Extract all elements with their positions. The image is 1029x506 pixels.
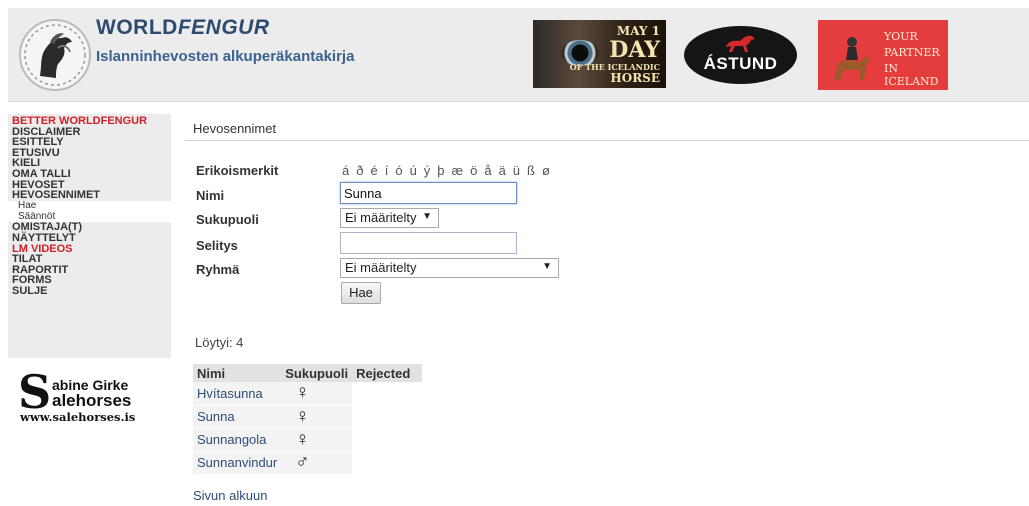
rejected-cell [352,428,423,452]
special-char-button[interactable]: ð [356,163,363,178]
sidebar-nav: BETTER WORLDFENGUR DISCLAIMER ESITTELY E… [8,114,171,358]
salehorses-s-glyph: S [18,365,52,419]
chevron-down-icon: ▼ [422,211,432,222]
description-label: Selitys [196,238,238,253]
description-input[interactable] [340,232,517,254]
ad-partner-line1: YOUR [884,30,918,43]
site-header: WORLDFENGUR Islanninhevosten alkuperäkan… [8,8,1029,102]
special-char-button[interactable]: ö [470,163,477,178]
female-icon: ♀ [281,428,353,452]
search-button[interactable]: Hae [341,282,381,304]
ad-astund-name: ÁSTUND [703,54,778,73]
col-header-rejected[interactable]: Rejected [352,364,423,382]
salehorses-sponsor-logo[interactable]: S abine Girke alehorses www.salehorses.i… [18,365,158,431]
special-char-button[interactable]: í [385,163,389,178]
ad-your-partner[interactable]: YOUR PARTNER IN ICELAND [818,20,948,90]
nav-sulje[interactable]: SULJE [8,286,171,297]
site-subtitle: Islanninhevosten alkuperäkantakirja [96,48,355,65]
worldfengur-logo[interactable] [18,18,92,92]
ad-icelandic-horse-day[interactable]: MAY 1 DAY OF THE ICELANDIC HORSE [533,20,666,88]
special-char-button[interactable]: ü [513,163,520,178]
special-char-button[interactable]: ß [527,163,535,178]
nav-nayttelyt[interactable]: NÄYTTELYT [8,233,171,244]
back-to-top-link[interactable]: Sivun alkuun [193,488,267,503]
special-chars-row: áðéíóúýþæöåäüßø [342,163,557,178]
ad-partner-line2: PARTNER [884,46,940,59]
table-row: Hvítasunna ♀ [193,382,423,406]
col-header-sex[interactable]: Sukupuoli [281,364,353,382]
rejected-cell [352,451,423,475]
special-char-button[interactable]: á [342,163,349,178]
special-char-button[interactable]: ó [395,163,402,178]
title-divider [185,140,1029,141]
rider-on-horse-image [834,37,870,80]
name-input[interactable] [340,182,517,204]
group-label: Ryhmä [196,262,240,277]
gender-select[interactable]: Ei määritelty ▼ [340,208,439,228]
special-char-button[interactable]: æ [452,163,464,178]
special-char-button[interactable]: ú [410,163,417,178]
nav-better-worldfengur[interactable]: BETTER WORLDFENGUR [8,116,171,127]
results-count: Löytyi: 4 [195,335,244,350]
nav-sub-hae[interactable]: Hae [8,200,171,212]
horse-name-link[interactable]: Sunnangola [193,428,282,452]
special-chars-label: Erikoismerkit [196,163,279,178]
group-select[interactable]: Ei määritelty ▼ [340,258,559,278]
rejected-cell [352,405,423,429]
gender-label: Sukupuoli [196,212,259,227]
ad-day-line2: DAY [609,37,660,63]
nav-oma-talli[interactable]: OMA TALLI [8,169,171,180]
table-row: Sunnanvindur ♂ [193,451,423,475]
special-char-button[interactable]: é [370,163,377,178]
ad-day-line1: MAY 1 [616,24,660,38]
male-icon: ♂ [281,451,353,475]
results-table: Nimi Sukupuoli Rejected Hvítasunna ♀ Sun… [193,364,423,475]
table-row: Sunna ♀ [193,405,423,429]
horse-icon [726,35,755,52]
female-icon: ♀ [281,405,353,429]
gender-select-value: Ei määritelty [345,210,417,225]
horse-name-link[interactable]: Sunnanvindur [193,451,282,475]
ad-partner-line3: IN ICELAND [884,62,939,88]
special-char-button[interactable]: þ [437,163,444,178]
table-header-row: Nimi Sukupuoli Rejected [193,364,423,382]
chevron-down-icon: ▼ [542,261,552,272]
special-char-button[interactable]: ý [424,163,431,178]
salehorses-url: www.salehorses.is [20,410,136,424]
special-char-button[interactable]: ä [499,163,506,178]
female-icon: ♀ [281,382,353,406]
special-char-button[interactable]: å [484,163,491,178]
col-header-name[interactable]: Nimi [193,364,282,382]
special-char-button[interactable]: ø [542,163,550,178]
name-label: Nimi [196,188,225,203]
table-row: Sunnangola ♀ [193,428,423,452]
ad-astund[interactable]: ÁSTUND [684,26,797,84]
ad-day-line4: HORSE [610,71,660,85]
site-title: WORLDFENGUR [96,16,270,39]
horse-name-link[interactable]: Hvítasunna [193,382,282,406]
rejected-cell [352,382,423,406]
page-title: Hevosennimet [193,121,277,136]
salehorses-line2: alehorses [52,391,132,410]
horse-name-link[interactable]: Sunna [193,405,282,429]
group-select-value: Ei määritelty [345,260,417,275]
